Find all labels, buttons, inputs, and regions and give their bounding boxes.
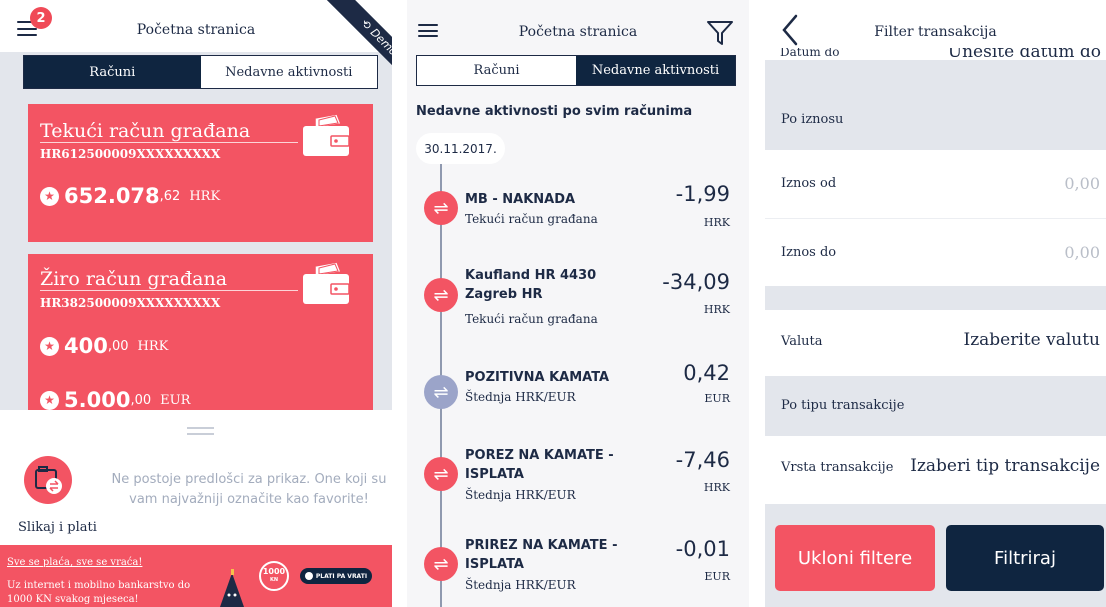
account-tabs: Računi Nedavne aktivnosti bbox=[23, 55, 378, 89]
card-divider bbox=[40, 142, 298, 143]
app-header: 2 Početna stranica ⟲ Demo bbox=[0, 0, 392, 90]
star-icon[interactable]: ★ bbox=[40, 186, 59, 206]
mascot-icon bbox=[220, 569, 244, 607]
star-icon[interactable]: ★ bbox=[40, 390, 59, 410]
wallet-icon bbox=[303, 114, 350, 156]
type-section-header: Po tipu transakcije bbox=[765, 376, 1106, 436]
tab-accounts[interactable]: Računi bbox=[417, 56, 576, 85]
quick-actions-sheet: Slikaj i plati Ne postoje predlošci za p… bbox=[0, 410, 392, 545]
section-spacer bbox=[765, 286, 1106, 310]
account-name: Žiro račun građana bbox=[40, 268, 228, 290]
transaction-currency: EUR bbox=[704, 392, 730, 405]
currency-row[interactable]: Valuta Izaberite valutu bbox=[765, 310, 1106, 376]
transaction-name: Kaufland HR 4430 Zagreb HR bbox=[465, 268, 597, 302]
tab-recent-activity[interactable]: Nedavne aktivnosti bbox=[201, 56, 378, 88]
date-chip: 30.11.2017. bbox=[416, 133, 505, 164]
type-section-title: Po tipu transakcije bbox=[781, 398, 905, 413]
amount-section-header: Po iznosu bbox=[765, 60, 1106, 150]
apply-filter-button[interactable]: Filtriraj bbox=[946, 525, 1104, 591]
transaction-currency: EUR bbox=[704, 570, 730, 583]
amount-from-row[interactable]: Iznos od 0,00 bbox=[765, 150, 1106, 218]
transfer-icon: ⇌ bbox=[424, 457, 458, 491]
bonus-badge: 1000 KN bbox=[259, 561, 289, 591]
account-card[interactable]: Žiro račun građana HR382500009XXXXXXXXX … bbox=[28, 254, 373, 412]
transaction-name: MB - NAKNADA bbox=[465, 192, 576, 207]
account-tabs: Računi Nedavne aktivnosti bbox=[416, 55, 736, 86]
transaction-account: Tekući račun građana bbox=[465, 312, 598, 326]
tab-accounts[interactable]: Računi bbox=[24, 56, 201, 88]
star-icon[interactable]: ★ bbox=[40, 336, 59, 356]
transaction-currency: HRK bbox=[703, 481, 730, 494]
transaction-name: PRIREZ NA KAMATE - ISPLATA bbox=[465, 538, 618, 572]
account-name: Tekući račun građana bbox=[40, 120, 251, 142]
promo-headline: Sve se plaća, sve se vraća! bbox=[7, 557, 143, 568]
account-iban: HR382500009XXXXXXXXX bbox=[40, 296, 221, 310]
amount-to-input[interactable]: 0,00 bbox=[1064, 243, 1100, 262]
amount-from-label: Iznos od bbox=[781, 176, 837, 191]
transaction-amount: -7,46 bbox=[675, 448, 730, 472]
page-title: Početna stranica bbox=[518, 24, 638, 40]
clear-filters-button[interactable]: Ukloni filtere bbox=[775, 525, 935, 591]
transaction-name: POZITIVNA KAMATA bbox=[465, 370, 610, 385]
transaction-filter-screen: Filter transakcija Datum do Unesite datu… bbox=[765, 0, 1106, 607]
pay-and-return-button[interactable]: PLATI PA VRATI bbox=[300, 568, 372, 584]
account-iban: HR612500009XXXXXXXXX bbox=[40, 147, 221, 161]
transfer-icon: ⇌ bbox=[424, 278, 458, 312]
snap-and-pay-label: Slikaj i plati bbox=[18, 520, 97, 535]
account-balance: ★ 400 ,00 HRK bbox=[40, 334, 168, 358]
account-balance: ★ 5.000 ,00 EUR bbox=[40, 388, 190, 412]
drag-handle[interactable] bbox=[187, 433, 214, 435]
empty-favorites-text: Ne postoje predlošci za prikaz. One koji… bbox=[111, 472, 387, 507]
promo-text: Uz internet i mobilno bankarstvo do 1000… bbox=[7, 580, 191, 605]
page-title: Filter transakcija bbox=[874, 24, 997, 40]
section-title: Nedavne aktivnosti po svim računima bbox=[416, 104, 693, 119]
amount-section-title: Po iznosu bbox=[781, 112, 844, 127]
amount-to-row[interactable]: Iznos do 0,00 bbox=[765, 218, 1106, 286]
transaction-account: Štednja HRK/EUR bbox=[465, 488, 576, 502]
transaction-amount: -1,99 bbox=[675, 182, 730, 206]
transaction-account: Štednja HRK/EUR bbox=[465, 390, 576, 404]
transaction-amount: -34,09 bbox=[662, 270, 730, 294]
date-to-label: Datum do bbox=[780, 48, 840, 59]
transaction-account: Štednja HRK/EUR bbox=[465, 578, 576, 592]
transaction-name: POREZ NA KAMATE - ISPLATA bbox=[465, 448, 614, 482]
transfer-icon: ⇌ bbox=[424, 375, 458, 409]
transfer-icon: ⇌ bbox=[424, 191, 458, 225]
transaction-currency: HRK bbox=[703, 303, 730, 316]
transaction-amount: 0,42 bbox=[683, 361, 730, 385]
amount-from-input[interactable]: 0,00 bbox=[1064, 174, 1100, 193]
camera-icon bbox=[35, 466, 62, 494]
currency-label: Valuta bbox=[781, 334, 823, 349]
transaction-account: Tekući račun građana bbox=[465, 212, 598, 226]
app-header: Filter transakcija Datum do Unesite datu… bbox=[765, 0, 1106, 60]
date-to-value[interactable]: Unesite datum do bbox=[948, 48, 1101, 60]
transaction-type-label: Vrsta transakcije bbox=[781, 460, 894, 475]
filter-icon[interactable] bbox=[705, 19, 735, 47]
tab-recent-activity[interactable]: Nedavne aktivnosti bbox=[576, 56, 735, 85]
drag-handle[interactable] bbox=[187, 427, 214, 429]
card-divider bbox=[40, 290, 298, 291]
transaction-type-row[interactable]: Vrsta transakcije Izaberi tip transakcij… bbox=[765, 436, 1106, 504]
currency-select[interactable]: Izaberite valutu bbox=[963, 330, 1100, 350]
transaction-amount: -0,01 bbox=[675, 537, 730, 561]
transfer-icon: ⇌ bbox=[424, 547, 458, 581]
snap-and-pay-button[interactable] bbox=[24, 456, 72, 504]
amount-to-label: Iznos do bbox=[781, 245, 837, 260]
wallet-icon bbox=[303, 262, 350, 304]
recent-activity-screen: Početna stranica Računi Nedavne aktivnos… bbox=[407, 0, 749, 607]
account-card[interactable]: Tekući račun građana HR612500009XXXXXXXX… bbox=[28, 104, 373, 242]
home-accounts-screen: 2 Početna stranica ⟲ Demo Računi Nedavne… bbox=[0, 0, 392, 607]
account-balance: ★ 652.078 ,62 HRK bbox=[40, 184, 220, 208]
transaction-type-select[interactable]: Izaberi tip transakcije bbox=[910, 456, 1100, 476]
transaction-currency: HRK bbox=[703, 216, 730, 229]
play-icon bbox=[304, 572, 313, 580]
promo-banner[interactable]: Sve se plaća, sve se vraća! Uz internet … bbox=[0, 545, 392, 607]
